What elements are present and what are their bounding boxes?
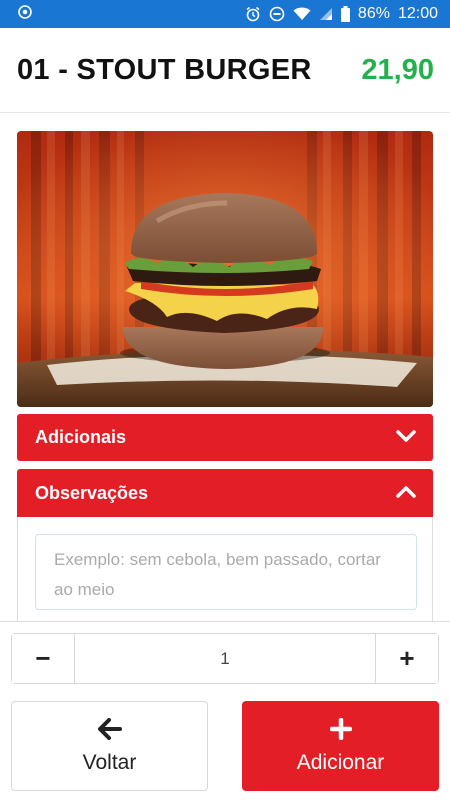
quantity-value[interactable]: 1 [75,634,375,683]
chevron-up-icon [396,483,416,504]
back-button-label: Voltar [82,750,137,774]
quantity-decrease-button[interactable]: − [12,634,75,683]
quantity-increase-button[interactable]: + [375,634,438,683]
battery-icon [340,6,350,22]
product-price: 21,90 [361,53,434,86]
location-pin-icon [18,4,32,24]
observacoes-section-toggle[interactable]: Observações [17,469,433,517]
alarm-icon [245,6,261,22]
back-button[interactable]: Voltar [11,701,208,791]
do-not-disturb-icon [269,6,285,22]
signal-icon [319,7,333,21]
observacoes-input[interactable] [35,534,417,610]
observacoes-label: Observações [35,482,149,503]
battery-percent: 86% [357,5,390,22]
product-title: 01 - STOUT BURGER [17,53,312,86]
add-button-label: Adicionar [296,750,385,774]
plus-icon [329,717,352,745]
adicionais-section-toggle[interactable]: Adicionais [17,414,433,461]
wifi-icon [293,7,311,21]
product-header: 01 - STOUT BURGER 21,90 [0,28,450,113]
clock: 12:00 [397,5,438,22]
observacoes-panel [17,517,433,621]
footer-actions: − 1 + Voltar Adicionar [0,621,450,800]
add-to-cart-button[interactable]: Adicionar [242,701,439,791]
quantity-stepper: − 1 + [11,633,439,684]
adicionais-label: Adicionais [35,427,127,447]
product-photo [17,131,433,407]
chevron-down-icon [396,427,416,448]
minus-icon: − [35,643,51,673]
plus-small-icon: + [399,643,415,673]
status-bar: 86% 12:00 [0,0,450,28]
arrow-left-icon [97,717,122,745]
